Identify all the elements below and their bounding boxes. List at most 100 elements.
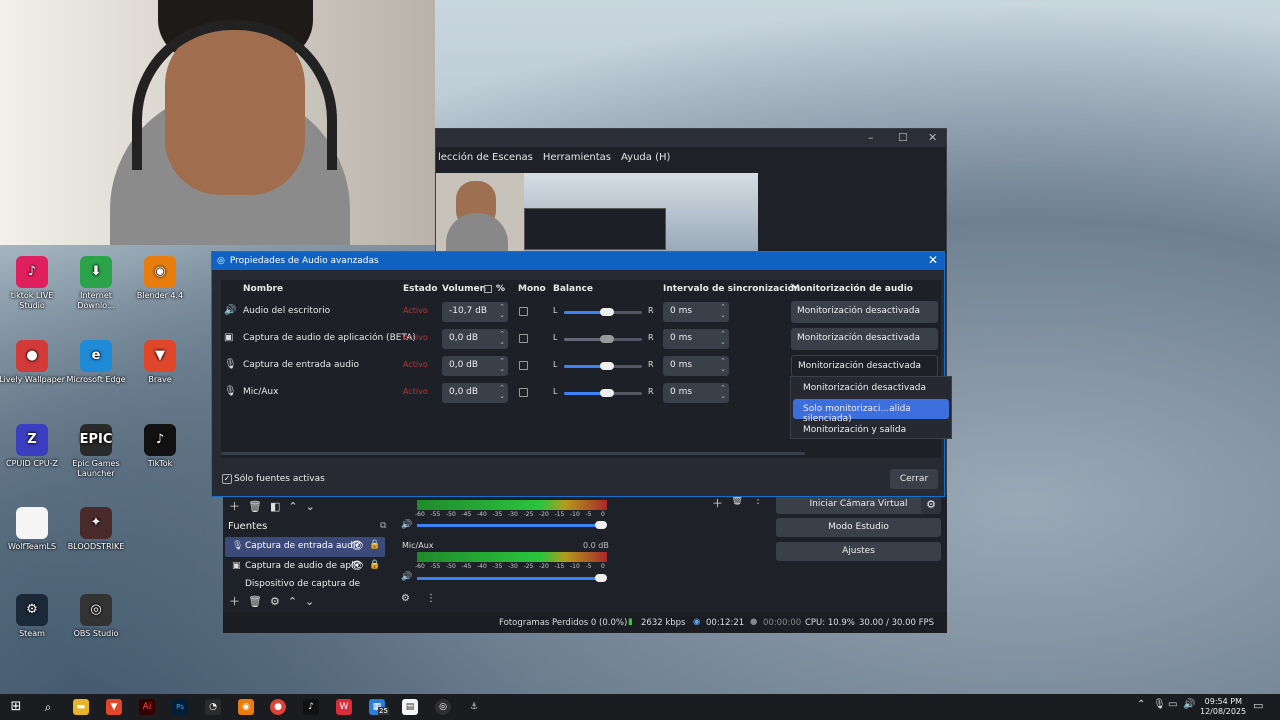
obs-preview[interactable] — [436, 173, 758, 251]
sync-offset-spinbox[interactable]: 0 ms ⌃ ⌄ — [663, 329, 729, 349]
lock-icon[interactable]: 🔒 — [369, 560, 380, 570]
volume-slider-knob[interactable] — [595, 574, 607, 582]
spin-arrows-icon[interactable]: ⌃ ⌄ — [720, 303, 726, 319]
sync-offset-spinbox[interactable]: 0 ms ⌃ ⌄ — [663, 383, 729, 403]
app-icon[interactable]: ⚓ — [466, 699, 482, 715]
monitor-select[interactable]: Monitorización desactivada — [791, 355, 938, 377]
percent-checkbox[interactable] — [484, 285, 492, 293]
mixer-menu-icon[interactable]: ⋮ — [426, 593, 436, 604]
brave-icon[interactable]: ▼ — [106, 699, 122, 715]
sync-offset-spinbox[interactable]: 0 ms ⌃ ⌄ — [663, 302, 729, 322]
spin-arrows-icon[interactable]: ⌃ ⌄ — [720, 357, 726, 373]
spin-arrows-icon[interactable]: ⌃ ⌄ — [720, 330, 726, 346]
studio-mode-button[interactable]: Modo Estudio — [776, 518, 941, 537]
search-icon[interactable]: ⌕ — [40, 699, 56, 715]
dialog-titlebar[interactable]: ◎ Propiedades de Audio avanzadas ✕ — [212, 252, 944, 270]
close-icon[interactable]: ✕ — [928, 253, 938, 267]
dropdown-option[interactable]: Monitorización desactivada — [793, 378, 949, 398]
lock-icon[interactable]: 🔒 — [369, 540, 380, 550]
tray-chevron-icon[interactable]: ⌃ — [1137, 699, 1145, 710]
menu-tools[interactable]: Herramientas — [543, 152, 611, 163]
desktop-icon[interactable]: WolfTeamLS — [0, 507, 65, 552]
mono-checkbox[interactable] — [519, 307, 528, 316]
virtual-camera-button[interactable]: Iniciar Cámara Virtual — [776, 495, 941, 514]
source-item-selected[interactable]: 🎙 Captura de entrada audic 👁 🔒 — [225, 537, 385, 557]
horizontal-scrollbar[interactable] — [221, 452, 805, 455]
microphone-icon[interactable]: 🎙 — [1153, 699, 1166, 710]
file-explorer-icon[interactable]: ▬ — [73, 699, 89, 715]
volume-spinbox[interactable]: 0,0 dB ⌃ ⌄ — [442, 383, 508, 403]
dropdown-option-selected[interactable]: Solo monitorizaci...alida silenciada) — [793, 399, 949, 424]
only-active-checkbox[interactable]: ✓ — [222, 474, 232, 484]
menu-scene-collection[interactable]: lección de Escenas — [438, 152, 533, 163]
desktop-icon[interactable]: ⚙ Steam — [0, 594, 65, 639]
sources-toolbar[interactable]: ＋🗑⚙⌃⌄ — [229, 593, 322, 609]
menu-help[interactable]: Ayuda (H) — [621, 152, 670, 163]
maximize-icon[interactable]: ☐ — [898, 131, 908, 144]
balance-slider[interactable] — [564, 389, 642, 397]
blender-icon[interactable]: ◉ — [238, 699, 254, 715]
desktop-icon[interactable]: Z CPUID CPU-Z — [0, 424, 65, 469]
desktop-icon[interactable]: ♪ tiktok LIVE Studio — [0, 256, 65, 311]
close-icon[interactable]: ✕ — [928, 131, 937, 144]
mono-checkbox[interactable] — [519, 361, 528, 370]
monitor-dropdown[interactable]: Monitorización desactivada Solo monitori… — [790, 376, 952, 439]
settings-button[interactable]: Ajustes — [776, 542, 941, 561]
balance-knob[interactable] — [600, 335, 614, 343]
balance-slider[interactable] — [564, 362, 642, 370]
advanced-audio-dialog[interactable]: ◎ Propiedades de Audio avanzadas ✕ Nombr… — [211, 251, 945, 497]
spin-arrows-icon[interactable]: ⌃ ⌄ — [720, 384, 726, 400]
wps-icon[interactable]: W — [336, 699, 352, 715]
source-item[interactable]: Dispositivo de captura de — [225, 577, 385, 589]
desktop-icon[interactable]: ⬇ Internet Downlo... — [63, 256, 129, 311]
mono-checkbox[interactable] — [519, 388, 528, 397]
desktop-icon[interactable]: ✦ BLOODSTRIKE — [63, 507, 129, 552]
spin-arrows-icon[interactable]: ⌃ ⌄ — [499, 384, 505, 400]
sync-offset-spinbox[interactable]: 0 ms ⌃ ⌄ — [663, 356, 729, 376]
volume-icon[interactable]: 🔊 — [1183, 699, 1195, 710]
volume-slider[interactable] — [417, 521, 607, 529]
desktop-icon[interactable]: ◎ OBS Studio — [63, 594, 129, 639]
notification-icon[interactable]: ▭ — [1253, 699, 1263, 712]
close-button[interactable]: Cerrar — [890, 469, 938, 489]
desktop-icon[interactable]: ● Lively Wallpaper — [0, 340, 65, 385]
chrome-icon[interactable]: ● — [270, 699, 286, 715]
scene-toolbar[interactable]: ＋🗑◧⌃⌄ — [229, 498, 323, 514]
volume-slider-knob[interactable] — [595, 521, 607, 529]
obs-taskbar-icon[interactable]: ◎ — [435, 699, 451, 715]
volume-slider[interactable] — [417, 574, 607, 582]
minimize-icon[interactable]: – — [868, 131, 874, 144]
speaker-icon[interactable]: 🔊 — [401, 572, 412, 582]
clock[interactable]: 09:54 PM 12/08/2025 — [1200, 697, 1246, 717]
balance-knob[interactable] — [600, 362, 614, 370]
balance-knob[interactable] — [600, 308, 614, 316]
desktop-icon[interactable]: EPIC Epic Games Launcher — [63, 424, 129, 479]
desktop-icon[interactable]: e Microsoft Edge — [63, 340, 129, 385]
desktop-icon[interactable]: ◉ Blender 4.4 — [127, 256, 193, 301]
balance-slider[interactable] — [564, 308, 642, 316]
spin-arrows-icon[interactable]: ⌃ ⌄ — [499, 330, 505, 346]
desktop-icon[interactable]: ♪ TikTok — [127, 424, 193, 469]
mixer-settings-icon[interactable]: ⚙ — [401, 593, 410, 604]
sources-undock-icon[interactable]: ⧉ — [380, 521, 386, 531]
network-icon[interactable]: ▭ — [1168, 699, 1177, 710]
illustrator-icon[interactable]: Ai — [139, 699, 155, 715]
notepad-icon[interactable]: ▤ — [402, 699, 418, 715]
volume-spinbox[interactable]: 0,0 dB ⌃ ⌄ — [442, 356, 508, 376]
windows-start-icon[interactable]: ⊞ — [8, 699, 24, 715]
source-item[interactable]: ▣ Captura de audio de aplic 👁 🔒 — [225, 557, 385, 577]
gear-icon[interactable]: ⚙ — [921, 495, 941, 514]
monitor-select[interactable]: Monitorización desactivada — [791, 301, 938, 323]
eye-icon[interactable]: 👁 — [350, 539, 364, 552]
photoshop-icon[interactable]: Ps — [172, 699, 188, 715]
app-icon[interactable]: ◔ — [205, 699, 221, 715]
mono-checkbox[interactable] — [519, 334, 528, 343]
volume-spinbox[interactable]: -10,7 dB ⌃ ⌄ — [442, 302, 508, 322]
desktop-icon[interactable]: ▼ Brave — [127, 340, 193, 385]
spin-arrows-icon[interactable]: ⌃ ⌄ — [499, 303, 505, 319]
balance-slider[interactable] — [564, 335, 642, 343]
speaker-icon[interactable]: 🔊 — [401, 520, 412, 530]
volume-spinbox[interactable]: 0,0 dB ⌃ ⌄ — [442, 329, 508, 349]
monitor-select[interactable]: Monitorización desactivada — [791, 328, 938, 350]
eye-icon[interactable]: 👁 — [350, 559, 364, 572]
